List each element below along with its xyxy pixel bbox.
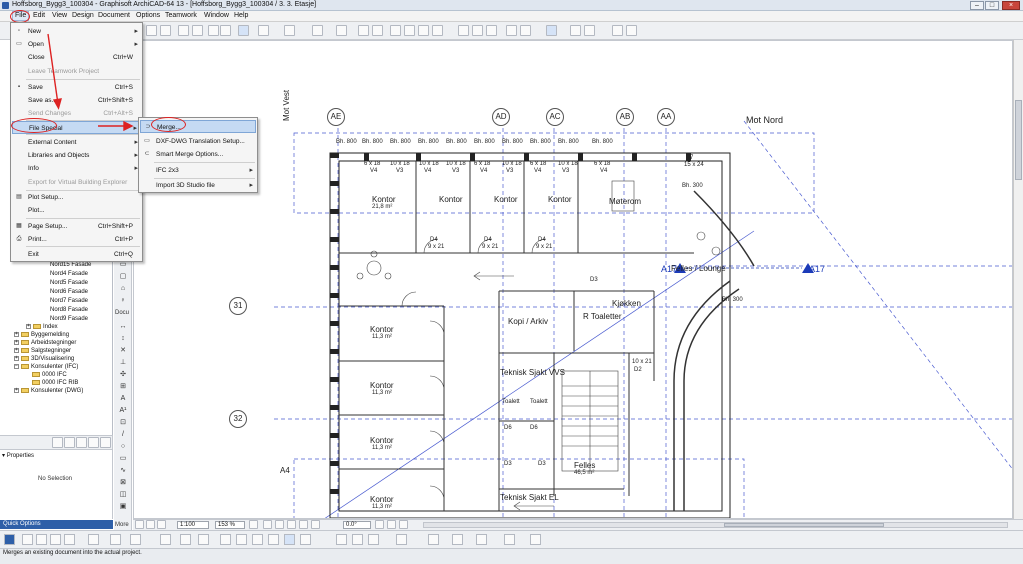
annotation-arrows <box>47 33 134 132</box>
